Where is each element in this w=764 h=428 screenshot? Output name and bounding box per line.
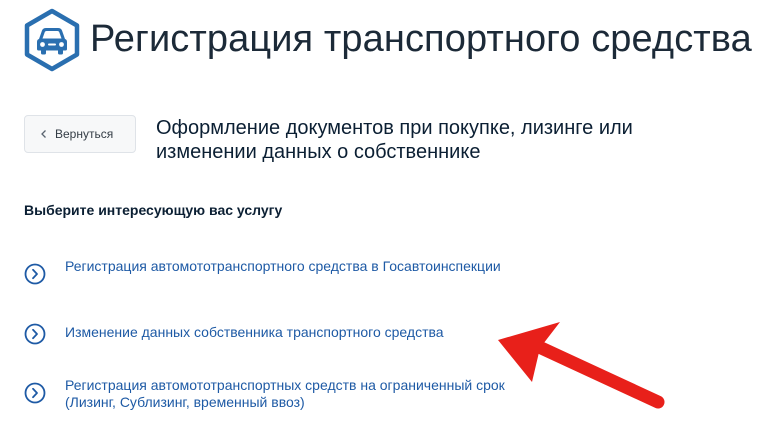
back-button[interactable]: Вернуться bbox=[24, 115, 136, 153]
chevron-circle-right-icon bbox=[24, 382, 46, 404]
chevron-circle-right-icon bbox=[24, 263, 46, 285]
section-title: Оформление документов при покупке, лизин… bbox=[156, 117, 633, 163]
car-icon bbox=[24, 8, 80, 72]
chevron-left-icon bbox=[41, 130, 46, 138]
service-item-label[interactable]: Изменение данных собственника транспортн… bbox=[65, 324, 535, 341]
service-item-registration[interactable]: Регистрация автомототранспортного средст… bbox=[24, 258, 535, 285]
page-title: Регистрация транспортного средства bbox=[90, 18, 752, 60]
service-item-label[interactable]: Регистрация автомототранспортного средст… bbox=[65, 258, 535, 275]
service-item-label[interactable]: Регистрация автомототранспортных средств… bbox=[65, 377, 535, 411]
annotation-arrow-icon bbox=[498, 322, 665, 409]
back-button-label: Вернуться bbox=[55, 127, 114, 141]
services-heading: Выберите интересующую вас услугу bbox=[24, 202, 283, 218]
chevron-circle-right-icon bbox=[24, 323, 46, 345]
service-item-owner-change[interactable]: Изменение данных собственника транспортн… bbox=[24, 323, 535, 345]
service-item-temporary-registration[interactable]: Регистрация автомототранспортных средств… bbox=[24, 377, 535, 411]
